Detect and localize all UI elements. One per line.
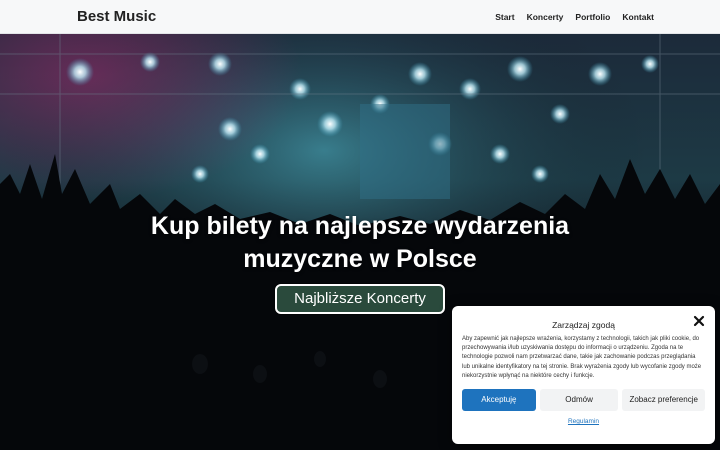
cookie-title: Zarządzaj zgodą: [552, 320, 615, 330]
cookie-header: Zarządzaj zgodą: [462, 313, 705, 330]
cookie-description: Aby zapewnić jak najlepsze wrażenia, kor…: [462, 336, 702, 379]
accept-button[interactable]: Akceptuję: [462, 389, 536, 412]
policy-link[interactable]: Regulamin: [462, 418, 705, 425]
nav-item-start[interactable]: Start: [495, 12, 514, 22]
main-nav: Start Koncerty Portfolio Kontakt: [495, 12, 654, 22]
deny-button[interactable]: Odmów: [539, 389, 619, 412]
cookie-buttons: Akceptuję Odmów Zobacz preferencje: [462, 389, 705, 412]
nav-item-koncerty[interactable]: Koncerty: [527, 12, 564, 22]
close-icon[interactable]: [693, 313, 705, 327]
nav-item-portfolio[interactable]: Portfolio: [575, 12, 610, 22]
cookie-consent-dialog: Zarządzaj zgodą Aby zapewnić jak najleps…: [452, 306, 715, 444]
preferences-button[interactable]: Zobacz preferencje: [622, 389, 705, 412]
upcoming-concerts-button[interactable]: Najbliższe Koncerty: [275, 284, 445, 314]
site-header: Best Music Start Koncerty Portfolio Kont…: [0, 0, 720, 34]
hero-title: Kup bilety na najlepsze wydarzenia muzyc…: [150, 212, 570, 273]
hero-content: Kup bilety na najlepsze wydarzenia muzyc…: [0, 210, 720, 314]
nav-item-kontakt[interactable]: Kontakt: [622, 12, 654, 22]
site-logo[interactable]: Best Music: [77, 8, 156, 25]
